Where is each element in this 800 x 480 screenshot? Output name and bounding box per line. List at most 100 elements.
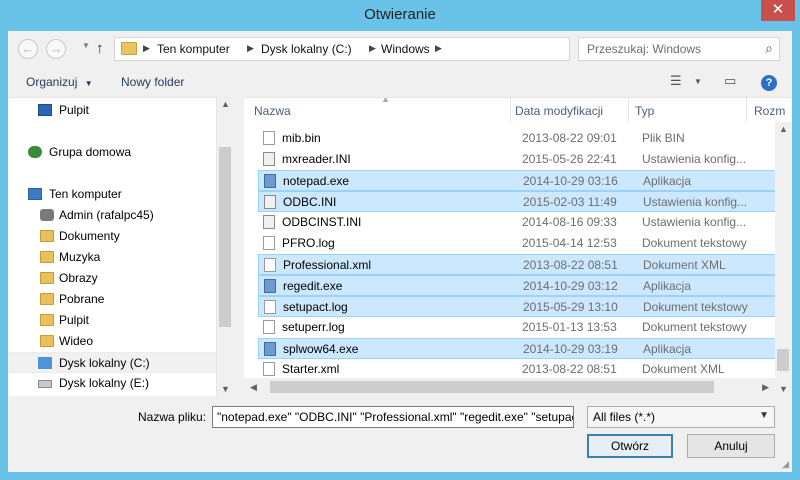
cancel-button[interactable]: Anuluj	[687, 434, 775, 458]
scroll-down-icon[interactable]: ▼	[779, 384, 788, 394]
breadcrumb-separator-icon[interactable]: ▶	[435, 43, 442, 54]
file-row[interactable]: ODBCINST.INI 2014-08-16 09:33 Ustawienia k…	[258, 212, 784, 233]
search-input[interactable]: Przeszukaj: Windows	[587, 42, 701, 56]
sidebar-item-music[interactable]: Muzyka	[8, 247, 216, 268]
file-row[interactable]: mib.bin 2013-08-22 09:01 Plik BIN	[258, 128, 784, 149]
sidebar-item-label: Pulpit	[59, 103, 90, 117]
computer-icon	[28, 188, 42, 200]
file-row[interactable]: regedit.exe 2014-10-29 03:12 Aplikacja	[258, 275, 784, 296]
file-row[interactable]: setupact.log 2015-05-29 13:10 Dokument tek…	[258, 296, 784, 317]
document-icon	[263, 362, 275, 376]
sidebar-item-this-pc[interactable]: Ten komputer	[8, 184, 216, 205]
dialog-body: ← → ▼ ↑ ▶ Ten komputer ▶ Dysk lokalny (C…	[8, 31, 792, 472]
column-header-type[interactable]: Typ	[635, 104, 654, 118]
breadcrumb-separator-icon[interactable]: ▶	[369, 43, 376, 54]
scroll-up-icon[interactable]: ▲	[779, 124, 788, 134]
breadcrumb-separator-icon[interactable]: ▶	[247, 43, 254, 54]
horizontal-scrollbar[interactable]: ◀ ▶	[244, 378, 775, 396]
sidebar-item-admin[interactable]: Admin (rafalpc45)	[8, 205, 216, 226]
file-list-scrollbar[interactable]: ▲ ▼	[775, 122, 792, 396]
file-date: 2014-10-29 03:19	[523, 342, 618, 356]
file-type: Plik BIN	[642, 131, 685, 145]
file-row[interactable]: PFRO.log 2015-04-14 12:53 Dokument tekstow…	[258, 233, 784, 254]
up-button[interactable]: ↑	[96, 40, 104, 57]
windows-drive-icon	[38, 357, 52, 369]
scroll-up-icon[interactable]: ▲	[221, 99, 230, 109]
scroll-down-icon[interactable]: ▼	[221, 384, 230, 394]
column-headers: ▲ Nazwa Data modyfikacji Typ Rozm	[244, 98, 792, 122]
sidebar-item-label: Grupa domowa	[49, 145, 132, 159]
sidebar-item-desktop[interactable]: Pulpit	[8, 100, 216, 121]
scrollbar-thumb[interactable]	[270, 381, 714, 393]
sidebar-item-drive-c[interactable]: Dysk lokalny (C:)	[8, 352, 216, 373]
view-list-icon[interactable]: ☰	[670, 73, 682, 89]
scroll-left-icon[interactable]: ◀	[250, 382, 257, 393]
sidebar-item-homegroup[interactable]: Grupa domowa	[8, 142, 216, 163]
sidebar-item-label: Wideo	[59, 334, 94, 348]
file-type: Aplikacja	[643, 174, 692, 188]
sidebar-item-label: Ten komputer	[49, 187, 122, 201]
sidebar-item-documents[interactable]: Dokumenty	[8, 226, 216, 247]
preview-pane-icon[interactable]: ▭	[724, 73, 736, 89]
scrollbar-thumb[interactable]	[219, 147, 231, 327]
file-row[interactable]: Starter.xml 2013-08-22 08:51 Dokument XML	[258, 359, 784, 380]
sidebar-item-label: Dokumenty	[59, 229, 120, 243]
open-button[interactable]: Otwórz	[587, 434, 673, 458]
search-icon[interactable]: ⌕	[765, 40, 773, 57]
file-type: Aplikacja	[643, 342, 692, 356]
file-row[interactable]: notepad.exe 2014-10-29 03:16 Aplikacja	[258, 170, 784, 191]
file-name: ODBC.INI	[283, 195, 337, 209]
column-divider[interactable]	[746, 98, 747, 122]
file-row[interactable]: setuperr.log 2015-01-13 13:53 Dokument tek…	[258, 317, 784, 338]
column-divider[interactable]	[510, 98, 511, 122]
sidebar-item-pictures[interactable]: Obrazy	[8, 268, 216, 289]
file-row[interactable]: ODBC.INI 2015-02-03 11:49 Ustawienia konfi…	[258, 191, 784, 212]
column-header-size[interactable]: Rozm	[754, 104, 785, 118]
homegroup-icon	[28, 146, 42, 158]
file-date: 2015-01-13 13:53	[522, 320, 617, 334]
new-folder-button[interactable]: Nowy folder	[121, 75, 184, 89]
breadcrumb-drive[interactable]: Dysk lokalny (C:)	[261, 42, 352, 56]
drive-icon	[38, 380, 52, 388]
organize-menu[interactable]: Organizuj ▼	[26, 75, 93, 89]
scroll-right-icon[interactable]: ▶	[762, 382, 769, 393]
navigation-scrollbar[interactable]: ▲ ▼	[216, 97, 233, 396]
column-header-date[interactable]: Data modyfikacji	[515, 104, 603, 118]
filename-input[interactable]: "notepad.exe" "ODBC.INI" "Professional.x…	[212, 406, 574, 428]
folder-icon	[121, 42, 137, 55]
column-header-name[interactable]: Nazwa	[254, 104, 291, 118]
column-divider[interactable]	[628, 98, 629, 122]
search-box[interactable]: Przeszukaj: Windows ⌕	[578, 37, 780, 61]
chevron-down-icon: ▼	[759, 410, 769, 421]
folder-icon	[40, 251, 54, 263]
breadcrumb-separator-icon[interactable]: ▶	[143, 43, 150, 54]
file-row[interactable]: splwow64.exe 2014-10-29 03:19 Aplikacja	[258, 338, 784, 359]
resize-grip-icon[interactable]: ◢	[782, 459, 789, 470]
document-icon	[263, 236, 275, 250]
document-icon	[263, 320, 275, 334]
application-icon	[264, 174, 276, 188]
address-bar[interactable]: ▶ Ten komputer ▶ Dysk lokalny (C:) ▶ Win…	[114, 37, 657, 61]
back-button[interactable]: ←	[18, 39, 38, 59]
document-icon	[263, 131, 275, 145]
file-type: Dokument XML	[642, 362, 725, 376]
help-icon[interactable]: ?	[761, 75, 777, 91]
sidebar-item-downloads[interactable]: Pobrane	[8, 289, 216, 310]
view-options-chevron-icon[interactable]: ▼	[694, 77, 702, 86]
breadcrumb-computer[interactable]: Ten komputer	[157, 42, 230, 56]
scrollbar-thumb[interactable]	[777, 349, 789, 371]
settings-file-icon	[264, 195, 276, 209]
breadcrumb-windows[interactable]: Windows	[381, 42, 430, 56]
forward-button[interactable]: →	[46, 39, 66, 59]
file-date: 2015-05-26 22:41	[522, 152, 617, 166]
sidebar-item-drive-e[interactable]: Dysk lokalny (E:)	[8, 373, 216, 394]
sidebar-item-videos[interactable]: Wideo	[8, 331, 216, 352]
file-row[interactable]: mxreader.INI 2015-05-26 22:41 Ustawienia k…	[258, 149, 784, 170]
recent-locations-chevron-icon[interactable]: ▼	[82, 41, 90, 50]
sidebar-item-desktop-folder[interactable]: Pulpit	[8, 310, 216, 331]
close-button[interactable]: ✕	[761, 0, 795, 21]
sidebar-item-label: Admin (rafalpc45)	[59, 208, 154, 222]
file-type-select[interactable]: All files (*.*) ▼	[587, 406, 775, 428]
file-row[interactable]: Professional.xml 2013-08-22 08:51 Dokument…	[258, 254, 784, 275]
file-date: 2013-08-22 08:51	[523, 258, 618, 272]
